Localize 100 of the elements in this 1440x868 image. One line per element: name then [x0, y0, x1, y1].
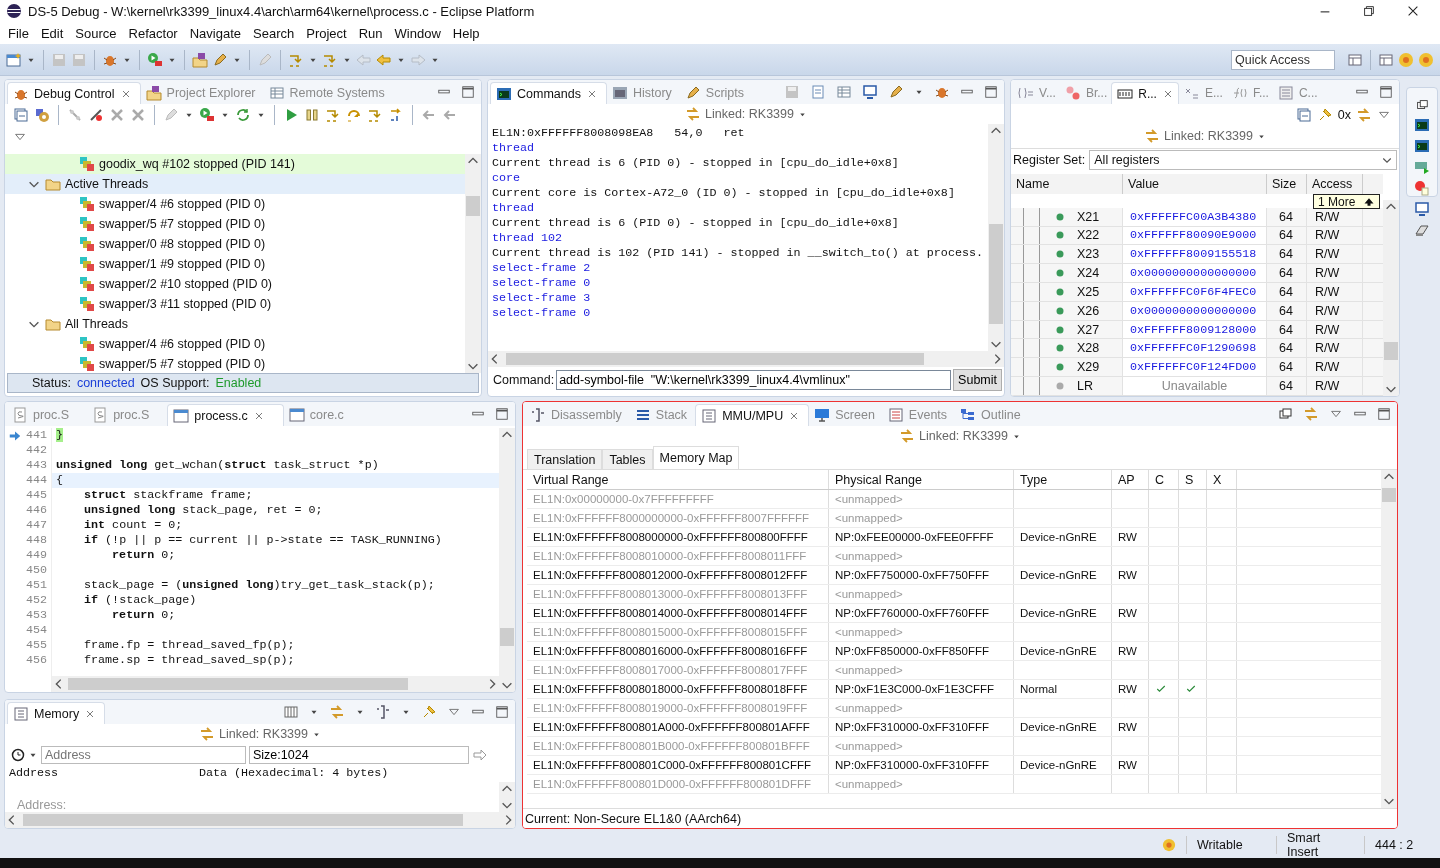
restore-icon[interactable] — [1277, 406, 1293, 422]
column-header[interactable]: Name — [1016, 176, 1050, 191]
tab[interactable]: Memory — [7, 702, 106, 724]
tree-item[interactable]: swapper/3 #11 stopped (PID 0) — [5, 294, 465, 314]
column-header[interactable]: Virtual Range — [533, 472, 609, 487]
tree-item[interactable]: All Threads — [5, 314, 465, 334]
scrollbar-thumb[interactable] — [68, 678, 408, 690]
error-icon[interactable] — [1414, 180, 1430, 196]
hex-format-button[interactable]: 0x — [1337, 108, 1351, 122]
format-icon[interactable] — [375, 704, 391, 720]
run-debug-icon[interactable] — [147, 51, 163, 68]
step-instruction-icon[interactable] — [388, 107, 404, 123]
menu-item[interactable]: Edit — [34, 25, 70, 41]
monitor-icon[interactable] — [1414, 201, 1430, 217]
maximize-icon[interactable] — [495, 705, 509, 719]
collapse-icon[interactable] — [13, 107, 29, 123]
tab[interactable]: Memory Map — [652, 446, 740, 469]
scrollbar-thumb[interactable] — [1384, 342, 1398, 360]
open-folder-icon[interactable] — [192, 51, 208, 68]
tree-item[interactable]: swapper/5 #7 stopped (PID 0) — [5, 354, 465, 373]
menu-item[interactable]: Project — [300, 25, 353, 41]
maximize-icon[interactable] — [984, 85, 998, 99]
tab[interactable]: MMU/MPU — [695, 404, 810, 426]
column-header[interactable]: Size — [1272, 176, 1297, 191]
menu-item[interactable]: Search — [247, 25, 301, 41]
scrollbar-thumb[interactable] — [466, 196, 480, 216]
step-over-icon[interactable] — [325, 107, 341, 123]
remove-all-icon[interactable] — [130, 107, 146, 123]
scrollbar-thumb[interactable] — [989, 224, 1003, 324]
maximize-icon[interactable] — [1377, 407, 1391, 421]
tab[interactable]: process.c — [167, 404, 284, 426]
menu-item[interactable]: Refactor — [122, 25, 184, 41]
table-icon[interactable] — [1378, 51, 1394, 68]
vertical-scrollbar[interactable] — [465, 154, 481, 373]
column-header[interactable]: X — [1213, 472, 1222, 487]
history-icon[interactable] — [9, 747, 25, 763]
tree-item[interactable]: swapper/4 #6 stopped (PID 0) — [5, 194, 465, 214]
terminal-icon[interactable] — [1414, 117, 1430, 133]
collapse-icon[interactable] — [1295, 107, 1312, 123]
menu-item[interactable]: File — [2, 25, 35, 41]
register-value[interactable]: 0xFFFFFFC0F1290698 — [1123, 339, 1266, 358]
register-value[interactable]: 0xFFFFFFC0F124FD00 — [1123, 358, 1266, 377]
scrollbar-thumb[interactable] — [1382, 488, 1396, 502]
column-header[interactable]: Physical Range — [835, 472, 922, 487]
vertical-scrollbar[interactable] — [1381, 470, 1397, 808]
menu-item[interactable]: Navigate — [183, 25, 247, 41]
menu-item[interactable]: Help — [446, 25, 486, 41]
submit-button[interactable]: Submit — [953, 369, 1002, 391]
menu-item[interactable]: Source — [69, 25, 123, 41]
terminal-icon[interactable] — [1414, 138, 1430, 154]
perspective-icon[interactable] — [1347, 51, 1363, 68]
tab[interactable]: Commands — [490, 82, 607, 104]
column-header[interactable]: Type — [1020, 472, 1048, 487]
register-value[interactable]: Unavailable — [1123, 377, 1266, 395]
tree-item[interactable]: Active Threads — [5, 174, 465, 194]
vertical-scrollbar[interactable] — [499, 428, 515, 692]
tab[interactable]: Translation — [527, 449, 603, 469]
address-field[interactable]: Address — [41, 746, 246, 764]
monitor-icon[interactable] — [862, 84, 878, 100]
vertical-scrollbar[interactable] — [988, 124, 1004, 351]
scrollbar-thumb[interactable] — [23, 814, 463, 826]
restore-window-icon[interactable] — [1362, 4, 1376, 18]
sync-icon[interactable] — [1303, 406, 1319, 422]
go-arrow-icon[interactable] — [472, 747, 488, 763]
tree-item[interactable]: goodix_wq #102 stopped (PID 141) — [5, 154, 465, 174]
horizontal-scrollbar[interactable] — [5, 812, 515, 828]
vertical-scrollbar[interactable] — [499, 782, 515, 812]
pause-icon[interactable] — [304, 107, 320, 123]
tree-item[interactable]: swapper/0 #8 stopped (PID 0) — [5, 234, 465, 254]
maximize-icon[interactable] — [495, 407, 509, 421]
register-value[interactable]: 0xFFFFFF8009155518 — [1123, 245, 1266, 264]
tree-item[interactable]: swapper/2 #10 stopped (PID 0) — [5, 274, 465, 294]
horizontal-scrollbar[interactable] — [52, 676, 499, 692]
quick-access-field[interactable]: Quick Access — [1231, 49, 1335, 70]
tab[interactable]: Debug Control — [7, 82, 141, 104]
vertical-scrollbar[interactable] — [1383, 200, 1399, 396]
command-field[interactable]: add-symbol-file "W:\kernel\rk3399_linux4.4\vmlinux" — [556, 370, 952, 390]
close-window-icon[interactable] — [1406, 4, 1420, 18]
register-set-dropdown[interactable]: All registers — [1089, 149, 1397, 170]
linked-target-button[interactable]: Linked: RK3399 — [1144, 128, 1266, 144]
column-header[interactable]: C — [1155, 472, 1165, 487]
restore-icon[interactable] — [1415, 98, 1429, 112]
size-field[interactable]: Size:1024 — [249, 746, 469, 764]
tree-item[interactable]: swapper/1 #9 stopped (PID 0) — [5, 254, 465, 274]
linked-target-button[interactable]: Linked: RK3399 — [199, 726, 321, 742]
remove-icon[interactable] — [109, 107, 125, 123]
menu-item[interactable]: Run — [352, 25, 389, 41]
column-header[interactable]: Value — [1128, 176, 1160, 191]
pen-icon[interactable] — [212, 51, 228, 68]
maximize-icon[interactable] — [1379, 85, 1393, 99]
scrollbar-thumb[interactable] — [500, 628, 514, 646]
linked-target-button[interactable]: Linked: RK3399 — [685, 106, 807, 122]
tree-item[interactable]: swapper/5 #7 stopped (PID 0) — [5, 214, 465, 234]
column-header[interactable]: S — [1185, 472, 1194, 487]
sync-icon[interactable] — [1356, 107, 1372, 123]
linked-target-button[interactable]: Linked: RK3399 — [899, 428, 1021, 444]
column-header[interactable]: Access — [1312, 176, 1353, 191]
register-value[interactable]: 0x0000000000000000 — [1123, 264, 1266, 282]
horizontal-scrollbar[interactable] — [488, 351, 1004, 367]
scrollbar-thumb[interactable] — [506, 353, 924, 365]
